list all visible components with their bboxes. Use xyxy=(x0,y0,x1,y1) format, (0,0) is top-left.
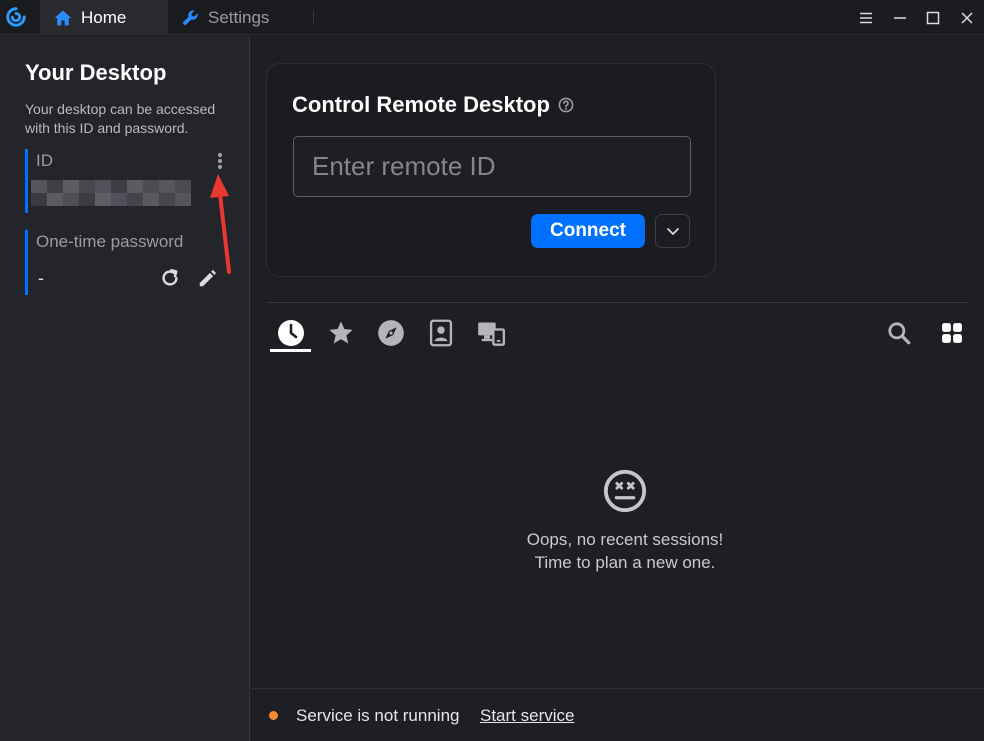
connect-button[interactable]: Connect xyxy=(531,214,645,248)
active-tab-indicator xyxy=(270,349,311,352)
grid-view-icon xyxy=(942,323,962,343)
minimize-icon xyxy=(894,16,906,19)
menu-button[interactable] xyxy=(849,0,883,35)
id-field: ID xyxy=(25,149,225,213)
your-desktop-description: Your desktop can be accessed with this I… xyxy=(25,101,216,136)
empty-state-title: Oops, no recent sessions! xyxy=(526,530,724,549)
tab-settings[interactable]: Settings xyxy=(180,0,310,35)
tab-discovered[interactable] xyxy=(376,318,406,348)
refresh-icon xyxy=(162,269,178,286)
connect-options-dropdown[interactable] xyxy=(655,214,690,248)
start-service-link[interactable]: Start service xyxy=(480,706,574,726)
wrench-icon xyxy=(180,8,200,28)
refresh-password-button[interactable] xyxy=(158,266,182,290)
tab-recent-sessions[interactable] xyxy=(276,318,306,348)
discovered-icon xyxy=(378,320,404,346)
chevron-down-icon xyxy=(666,227,679,236)
status-indicator-dot xyxy=(269,711,278,720)
tab-favorites[interactable] xyxy=(326,318,356,348)
home-icon xyxy=(53,8,73,28)
tab-divider xyxy=(313,11,314,23)
minimize-button[interactable] xyxy=(883,0,917,35)
tab-settings-label: Settings xyxy=(208,7,270,27)
section-divider xyxy=(266,302,969,303)
empty-state-subtitle: Time to plan a new one. xyxy=(534,553,716,572)
lan-devices-icon xyxy=(478,322,505,346)
id-value-pixelated xyxy=(31,180,191,206)
otp-value: - xyxy=(38,268,44,288)
tab-address-book[interactable] xyxy=(426,318,456,348)
your-desktop-title: Your Desktop xyxy=(25,60,167,85)
control-remote-title-text: Control Remote Desktop xyxy=(292,92,550,117)
close-icon xyxy=(961,11,973,24)
tab-home[interactable]: Home xyxy=(40,0,168,35)
recent-sessions-icon xyxy=(278,320,304,346)
address-book-icon xyxy=(429,319,453,347)
control-remote-desktop-card: Control Remote Desktop Connect xyxy=(266,63,716,277)
annotation-arrow xyxy=(210,174,231,274)
sidebar: Your Desktop Your desktop can be accesse… xyxy=(0,36,250,741)
search-button[interactable] xyxy=(884,318,914,348)
menu-icon xyxy=(860,12,872,23)
tab-home-label: Home xyxy=(81,7,127,27)
help-icon[interactable] xyxy=(558,97,574,113)
control-remote-title: Control Remote Desktop xyxy=(292,92,574,118)
sad-face-icon xyxy=(603,469,647,513)
close-button[interactable] xyxy=(950,0,984,35)
maximize-icon xyxy=(926,11,940,24)
otp-label: One-time password xyxy=(36,232,184,251)
id-label: ID xyxy=(36,151,53,170)
favorites-icon xyxy=(329,321,353,344)
view-grid-button[interactable] xyxy=(937,318,967,348)
service-status-text: Service is not running xyxy=(296,706,460,725)
status-bar: Service is not running Start service xyxy=(251,688,984,741)
tab-lan-devices[interactable] xyxy=(476,318,506,348)
remote-id-input[interactable] xyxy=(293,136,691,197)
search-icon xyxy=(888,322,911,345)
one-time-password-field: One-time password - xyxy=(25,230,225,295)
title-bar: Home Settings xyxy=(0,0,984,35)
maximize-button[interactable] xyxy=(916,0,950,35)
rustdesk-logo-icon xyxy=(6,7,26,27)
